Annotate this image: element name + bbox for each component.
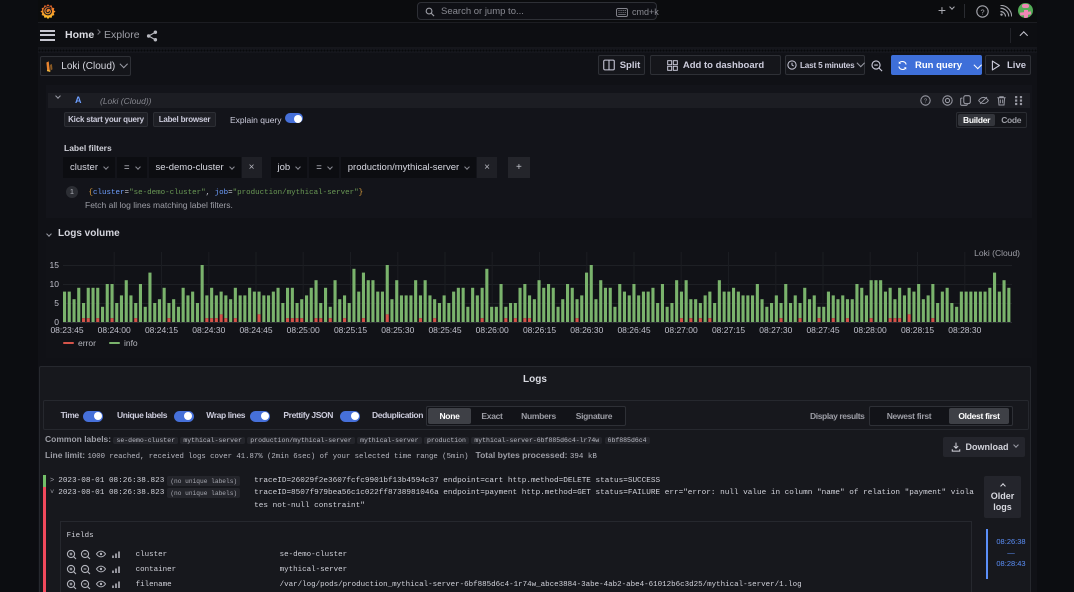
svg-text:?: ? — [924, 99, 928, 105]
svg-text:?: ? — [980, 7, 984, 16]
